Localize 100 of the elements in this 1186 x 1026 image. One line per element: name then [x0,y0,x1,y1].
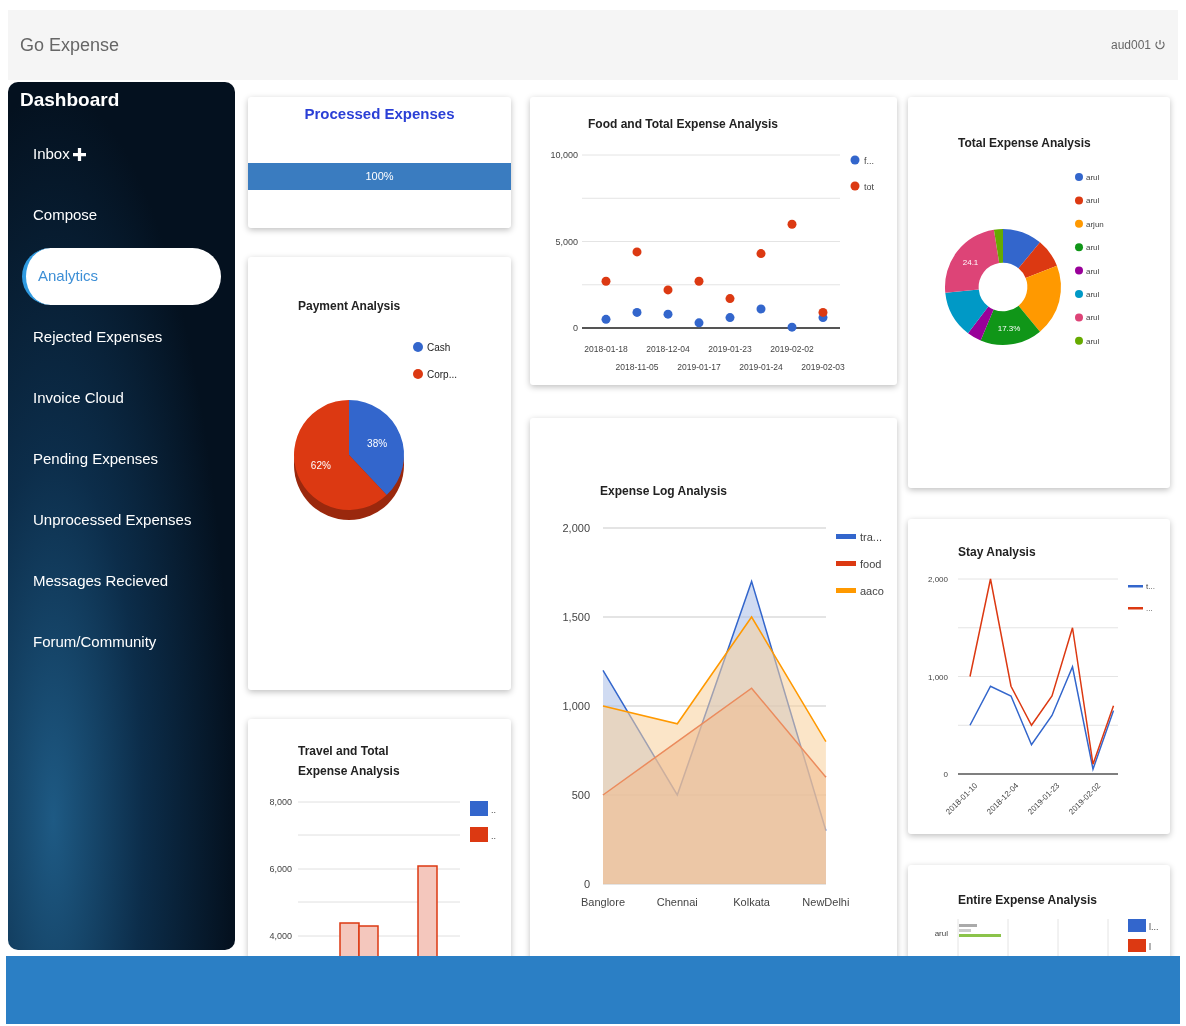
axis-label: 2019-02-02 [770,344,814,354]
legend-label: aaco [860,585,884,597]
axis-label: 1,000 [562,700,590,712]
chart-title: Food and Total Expense Analysis [588,116,780,133]
axis-label: 1,000 [927,672,948,682]
axis-label: Kolkata [733,896,770,908]
axis-label: 2018-11-05 [615,362,659,372]
chart-title: Stay Analysis [958,544,1037,561]
slice-label: 24.1 [962,257,979,267]
axis-label: 500 [571,789,590,801]
sidebar-item[interactable]: Invoice Cloud [8,370,235,427]
sidebar-item-label: Unprocessed Expenses [33,510,192,531]
sidebar-item[interactable]: Compose [8,187,235,244]
progress-label: 100% [365,169,394,185]
chart-title: Payment Analysis [298,298,402,315]
sidebar-item[interactable]: Forum/Community [8,614,235,671]
card-title: Processed Expenses [303,104,456,124]
legend-label: tot [864,182,874,192]
sidebar-item-label: Rejected Expenses [33,327,163,348]
data-point [601,276,611,286]
legend-label: arul [1086,336,1100,346]
legend-label: t... [1146,582,1155,591]
sidebar-item[interactable]: Unprocessed Expenses [8,492,235,549]
app-title: Go Expense [20,33,120,57]
data-point [632,307,642,317]
chart-title: Total Expense Analysis [958,135,1092,152]
axis-label: 2018-01-18 [584,344,628,354]
data-point [632,247,642,257]
sidebar-item-label: Pending Expenses [33,449,159,470]
legend-label: .. [491,805,496,815]
axis-label: arul [934,929,948,938]
axis-label: 0 [573,323,578,333]
axis-label: NewDelhi [802,896,850,908]
legend-label: arul [1086,173,1100,182]
slice-label: 17.3% [997,323,1021,333]
axis-label: 2019-01-24 [739,362,783,372]
chart-title: Entire Expense Analysis [958,892,1098,909]
legend-label: arul [1086,266,1100,276]
data-point [756,249,766,259]
sidebar-item[interactable]: Messages Recieved [8,553,235,610]
power-icon[interactable] [1154,39,1166,51]
axis-label: 0 [583,878,590,890]
sidebar-item-label: Compose [33,205,98,226]
sidebar-item[interactable]: Analytics [22,248,221,305]
axis-label: 2019-01-23 [708,344,752,354]
legend-label: food [860,558,882,570]
sidebar-item-label: Invoice Cloud [33,388,124,409]
plus-icon [72,148,86,161]
axis-label: Chennai [656,896,698,908]
axis-label: 2,000 [927,575,948,584]
sidebar-item[interactable]: Inbox [8,126,235,183]
sidebar-heading: Dashboard [20,88,121,112]
chart-title: Expense Log Analysis [600,483,728,500]
legend-label: arul [1086,313,1100,323]
slice-label: 38% [367,437,388,449]
sidebar-item-label: Analytics [38,266,99,287]
axis-label: 6,000 [269,864,292,874]
axis-label: 1,500 [562,611,590,623]
legend-label: l [1149,942,1151,952]
legend-label: .. [491,831,496,841]
axis-label: 0 [943,770,948,779]
data-point [694,276,704,286]
sidebar-item-label: Forum/Community [33,632,157,653]
axis-label: 2018-12-04 [646,344,690,354]
data-point [694,318,704,328]
axis-label: Banglore [581,896,625,908]
axis-label: 5,000 [555,236,578,247]
data-point [725,313,735,323]
data-point [756,304,766,314]
legend-label: arjun [1086,219,1104,229]
legend-label: f... [864,156,874,166]
legend-label: Corp... [427,369,457,380]
legend-label: arul [1086,290,1100,299]
legend-label: l... [1149,922,1159,932]
slice-label: 62% [310,460,331,472]
axis-label: 10,000 [550,150,578,160]
data-point [663,285,673,295]
axis-label: 4,000 [269,931,292,941]
axis-label: 2,000 [562,522,590,534]
sidebar-item-label: Inbox [33,144,70,165]
legend-label: ... [1146,604,1153,613]
sidebar-item[interactable]: Rejected Expenses [8,309,235,366]
axis-label: 2019-01-17 [677,362,721,372]
chart-title: Travel and Total Expense Analysis [298,743,401,780]
data-point [787,322,797,332]
axis-label: 8,000 [269,797,292,807]
axis-label: 2019-02-03 [801,362,845,372]
bar-chart-drawing [959,924,1001,937]
legend-label: Cash [427,342,451,353]
data-point [663,309,673,319]
legend-label: arul [1086,196,1100,206]
data-point [818,307,828,317]
sidebar-item-label: Messages Recieved [33,571,169,592]
user-name: aud001 [1110,37,1151,54]
legend-label: tra... [860,531,882,543]
legend-label: arul [1086,243,1100,253]
sidebar-item[interactable]: Pending Expenses [8,431,235,488]
data-point [725,294,735,304]
data-point [787,219,797,229]
data-point [601,314,611,324]
